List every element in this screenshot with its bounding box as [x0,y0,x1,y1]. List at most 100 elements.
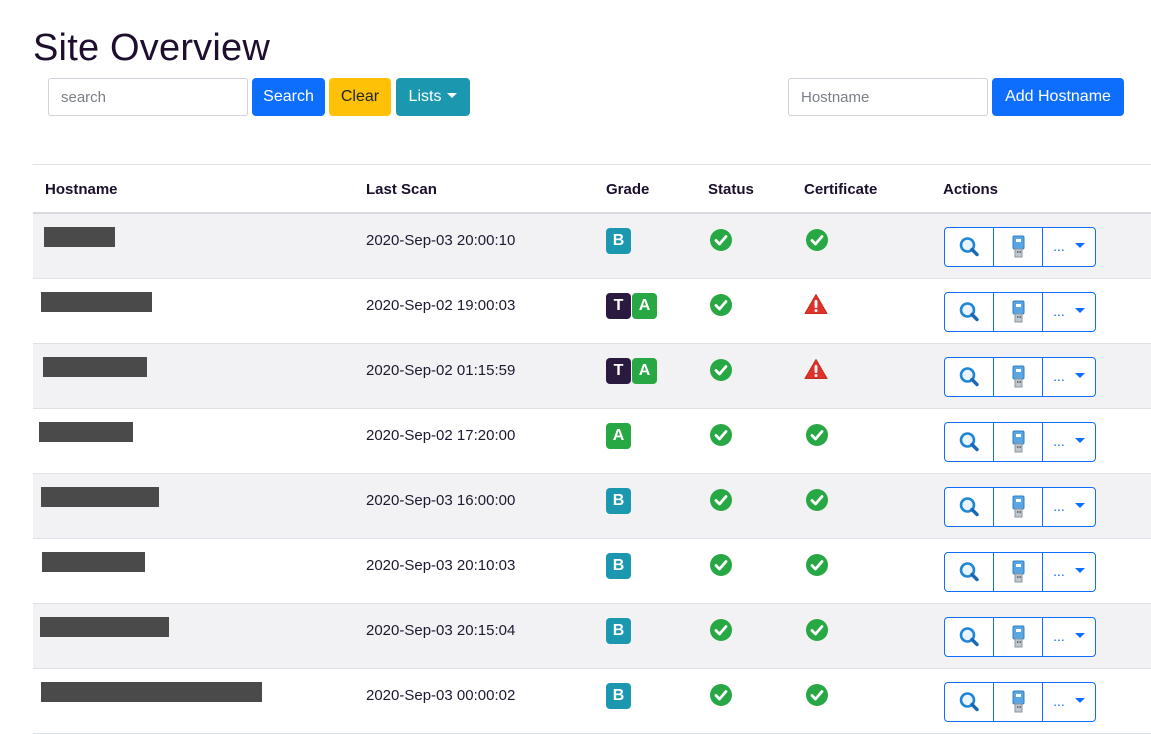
grade-badge-b[interactable]: B [606,618,631,644]
more-actions-dropdown[interactable]: ... [1043,488,1095,526]
hostname-redacted[interactable] [39,422,133,442]
grade-badges: B [606,228,632,254]
status-ok-icon [710,619,732,641]
more-actions-dropdown[interactable]: ... [1043,618,1095,656]
more-actions-dropdown[interactable]: ... [1043,228,1095,266]
magnifier-icon [959,237,979,257]
certificate-key-button[interactable] [994,358,1043,396]
view-scan-button[interactable] [945,293,994,331]
certificate-key-button[interactable] [994,488,1043,526]
magnifier-icon [959,302,979,322]
more-actions-dropdown[interactable]: ... [1043,358,1095,396]
view-scan-button[interactable] [945,618,994,656]
status-ok-icon [710,554,732,576]
grade-badge-b[interactable]: B [606,488,631,514]
last-scan-time: 2020-Sep-03 20:00:10 [366,232,516,249]
row-actions-group: ... [944,422,1096,462]
view-scan-button[interactable] [945,683,994,721]
row-actions-group: ... [944,227,1096,267]
certificate-key-button[interactable] [994,293,1043,331]
table-row: 2020-Sep-03 00:00:02 B... [33,669,1151,734]
status-ok-icon [710,294,732,316]
grade-badge-t[interactable]: T [606,358,631,384]
table-row: 2020-Sep-03 16:00:00 B... [33,474,1151,539]
caret-down-icon [1074,243,1085,249]
hostname-redacted[interactable] [41,292,152,312]
hostname-redacted[interactable] [44,227,115,247]
caret-down-icon [1074,503,1085,509]
header-grade[interactable]: Grade [606,181,649,198]
view-scan-button[interactable] [945,423,994,461]
grade-badge-a[interactable]: A [632,358,657,384]
row-actions-group: ... [944,682,1096,722]
more-actions-dropdown[interactable]: ... [1043,553,1095,591]
lists-label: Lists [408,88,442,105]
hostname-redacted[interactable] [41,487,159,507]
hostname-input[interactable] [788,78,988,116]
grade-badge-a[interactable]: A [606,423,631,449]
table-row: 2020-Sep-02 01:15:59 T A... [33,344,1151,409]
header-certificate[interactable]: Certificate [804,181,877,198]
view-scan-button[interactable] [945,358,994,396]
certificate-key-button[interactable] [994,553,1043,591]
grade-badges: B [606,683,632,709]
more-label: ... [1053,368,1065,384]
search-input[interactable] [48,78,248,116]
grade-badge-b[interactable]: B [606,553,631,579]
more-label: ... [1053,628,1065,644]
certificate-ok-icon [806,489,828,511]
certificate-warning-icon [804,293,828,315]
hostname-redacted[interactable] [43,357,147,377]
hostname-redacted[interactable] [40,617,169,637]
caret-down-icon [1074,373,1085,379]
grade-badge-a[interactable]: A [632,293,657,319]
lists-dropdown-button[interactable]: Lists [396,78,470,116]
certificate-ok-icon [806,554,828,576]
table-row: 2020-Sep-02 19:00:03 T A... [33,279,1151,344]
usb-key-icon [1012,625,1025,648]
magnifier-icon [959,367,979,387]
more-actions-dropdown[interactable]: ... [1043,423,1095,461]
status-ok-icon [710,229,732,251]
search-button[interactable]: Search [252,78,325,116]
grade-badge-t[interactable]: T [606,293,631,319]
grade-badge-b[interactable]: B [606,683,631,709]
more-label: ... [1053,303,1065,319]
grade-badges: TA [606,293,658,319]
usb-key-icon [1012,300,1025,323]
more-actions-dropdown[interactable]: ... [1043,683,1095,721]
status-ok-icon [710,359,732,381]
caret-down-icon [1074,308,1085,314]
status-ok-icon [710,424,732,446]
hostname-redacted[interactable] [42,552,145,572]
caret-down-icon [1074,568,1085,574]
usb-key-icon [1012,430,1025,453]
more-label: ... [1053,433,1065,449]
certificate-ok-icon [806,229,828,251]
view-scan-button[interactable] [945,228,994,266]
header-hostname[interactable]: Hostname [45,181,118,198]
last-scan-time: 2020-Sep-03 20:15:04 [366,622,516,639]
certificate-key-button[interactable] [994,228,1043,266]
grade-badge-b[interactable]: B [606,228,631,254]
usb-key-icon [1012,560,1025,583]
certificate-key-button[interactable] [994,618,1043,656]
certificate-key-button[interactable] [994,683,1043,721]
certificate-key-button[interactable] [994,423,1043,461]
grade-badges: A [606,423,632,449]
grade-badges: B [606,618,632,644]
grade-badges: TA [606,358,658,384]
header-status[interactable]: Status [708,181,754,198]
view-scan-button[interactable] [945,553,994,591]
magnifier-icon [959,497,979,517]
header-last-scan[interactable]: Last Scan [366,181,437,198]
view-scan-button[interactable] [945,488,994,526]
more-actions-dropdown[interactable]: ... [1043,293,1095,331]
last-scan-time: 2020-Sep-02 19:00:03 [366,297,516,314]
clear-button[interactable]: Clear [329,78,391,116]
caret-down-icon [1074,698,1085,704]
hostname-redacted[interactable] [41,682,262,702]
last-scan-time: 2020-Sep-02 17:20:00 [366,427,516,444]
add-hostname-button[interactable]: Add Hostname [992,78,1124,116]
status-ok-icon [710,489,732,511]
